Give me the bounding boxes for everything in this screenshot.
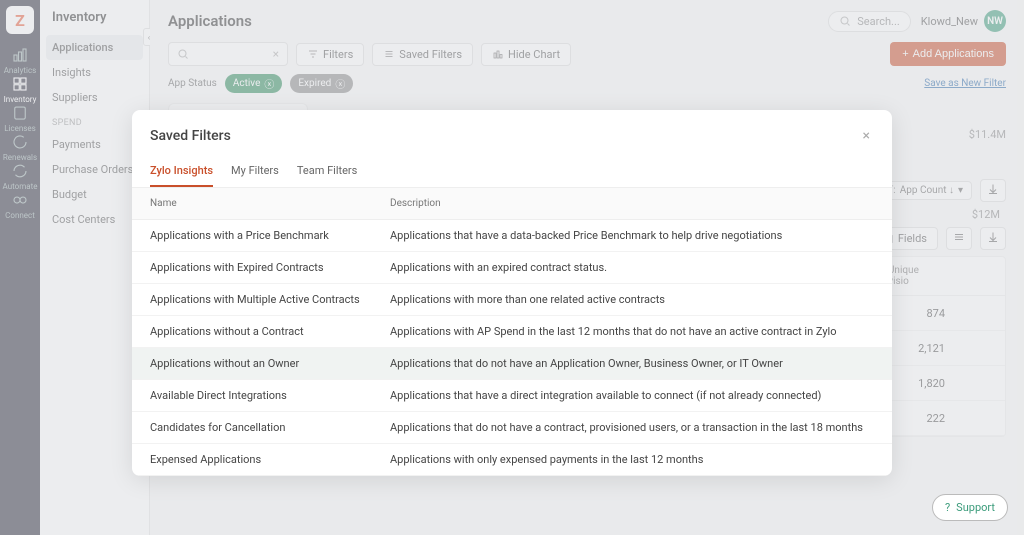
tab-my-filters[interactable]: My Filters — [231, 156, 279, 187]
saved-filter-row[interactable]: Applications with Expired ContractsAppli… — [132, 252, 892, 284]
saved-filter-row[interactable]: Available Direct IntegrationsApplication… — [132, 380, 892, 412]
tab-team-filters[interactable]: Team Filters — [297, 156, 358, 187]
saved-filter-row[interactable]: Applications without a ContractApplicati… — [132, 316, 892, 348]
saved-filter-row[interactable]: Expensed ApplicationsApplications with o… — [132, 444, 892, 476]
saved-filter-row[interactable]: Applications with Multiple Active Contra… — [132, 284, 892, 316]
help-icon: ? — [945, 501, 950, 514]
modal-title: Saved Filters — [150, 128, 231, 144]
modal-backdrop[interactable]: Saved Filters × Zylo Insights My Filters T… — [0, 0, 1024, 535]
support-button[interactable]: ? Support — [932, 494, 1008, 521]
close-button[interactable]: × — [859, 124, 874, 148]
col-name: Name — [150, 198, 390, 209]
saved-filter-row[interactable]: Applications with a Price BenchmarkAppli… — [132, 220, 892, 252]
modal-tabs: Zylo Insights My Filters Team Filters — [132, 156, 892, 188]
tab-zylo-insights[interactable]: Zylo Insights — [150, 156, 213, 187]
saved-filter-row[interactable]: Applications without an OwnerApplication… — [132, 348, 892, 380]
saved-filters-modal: Saved Filters × Zylo Insights My Filters T… — [132, 110, 892, 476]
saved-filter-row[interactable]: Candidates for CancellationApplications … — [132, 412, 892, 444]
col-description: Description — [390, 198, 874, 209]
